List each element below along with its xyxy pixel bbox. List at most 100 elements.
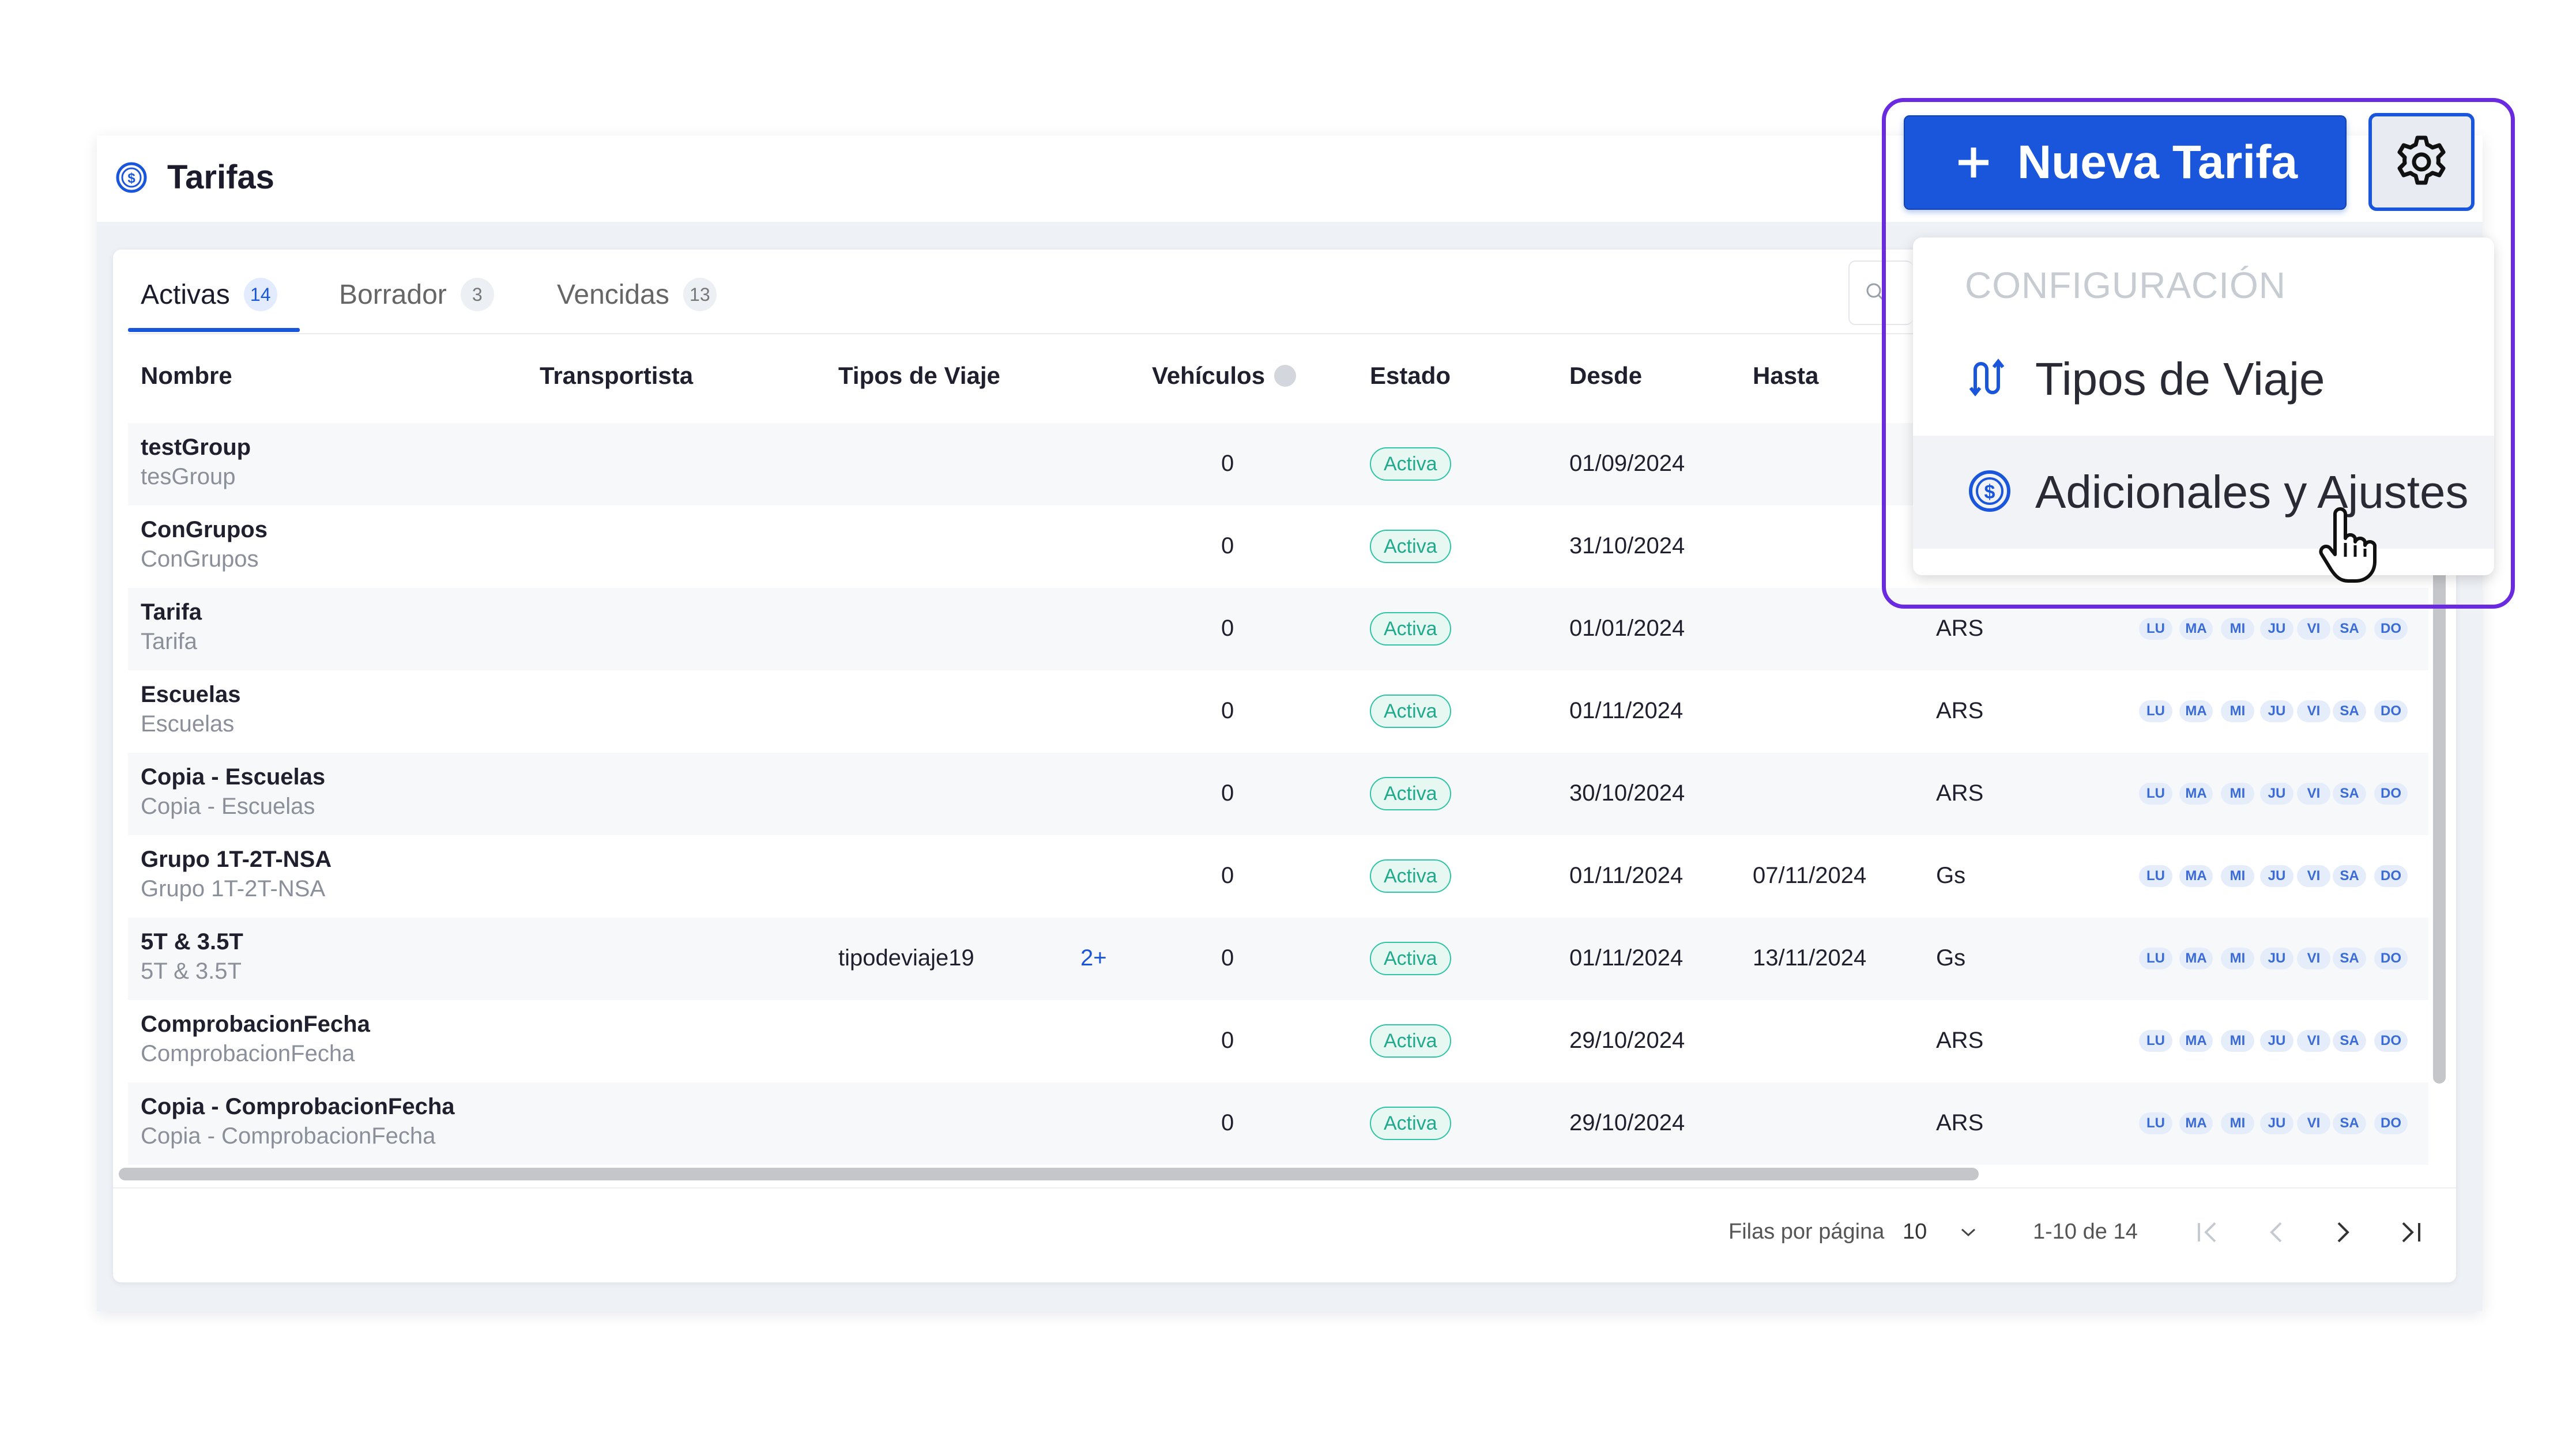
day-chip: MI (2221, 783, 2254, 805)
name-cell: ComprobacionFecha ComprobacionFecha (141, 1012, 370, 1067)
tarifa-name[interactable]: Copia - ComprobacionFecha (141, 1094, 455, 1120)
tab-count-badge: 14 (243, 278, 277, 311)
new-tarifa-button[interactable]: Nueva Tarifa (1904, 115, 2347, 210)
day-chip: VI (2297, 1030, 2330, 1052)
column-header-nombre[interactable]: Nombre (141, 362, 232, 390)
day-chip: LU (2139, 865, 2172, 887)
table-row[interactable] (128, 753, 2428, 835)
tab-activas[interactable]: Activas 14 (141, 278, 277, 311)
chevron-down-icon (1961, 1228, 1975, 1237)
day-chip: DO (2374, 948, 2408, 969)
previous-page-button[interactable] (2259, 1215, 2293, 1250)
status-badge: Activa (1370, 1107, 1451, 1140)
day-chip: MI (2221, 948, 2254, 969)
moneda-cell: Gs (1936, 945, 1966, 971)
gear-icon (2397, 135, 2446, 185)
hand-pointer-icon (2318, 507, 2381, 591)
hasta-cell: 07/11/2024 (1753, 863, 1867, 888)
settings-button[interactable] (2368, 113, 2475, 211)
day-chip: MI (2221, 865, 2254, 887)
day-chip: JU (2260, 783, 2293, 805)
info-icon[interactable] (1274, 365, 1297, 387)
last-page-button[interactable] (2393, 1215, 2427, 1250)
moneda-cell: ARS (1936, 1110, 1984, 1135)
moneda-cell: ARS (1936, 780, 1984, 806)
vehiculos-cell: 0 (1221, 451, 1234, 476)
first-page-button[interactable] (2191, 1215, 2225, 1250)
column-header-desde[interactable]: Desde (1569, 362, 1642, 390)
tarifa-name[interactable]: Copia - Escuelas (141, 764, 325, 790)
tarifa-subname: Copia - ComprobacionFecha (141, 1123, 436, 1149)
day-chip: MA (2179, 948, 2213, 969)
vehiculos-cell: 0 (1221, 698, 1234, 723)
desde-cell: 30/10/2024 (1569, 780, 1685, 806)
desde-cell: 01/11/2024 (1569, 945, 1684, 971)
status-badge: Activa (1370, 777, 1451, 810)
menu-section-title: CONFIGURACIÓN (1965, 265, 2286, 306)
table-row[interactable] (128, 670, 2428, 753)
day-chip: JU (2260, 865, 2293, 887)
desde-cell: 29/10/2024 (1569, 1028, 1685, 1053)
tab-borrador[interactable]: Borrador 3 (339, 278, 494, 311)
rows-per-page-select[interactable]: 10 (1903, 1220, 1978, 1244)
dollar-circle-icon: $ (1967, 469, 2012, 516)
name-cell: Escuelas Escuelas (141, 682, 240, 737)
route-icon (1967, 356, 2012, 403)
tarifa-name[interactable]: 5T & 3.5T (141, 929, 243, 955)
vehiculos-cell: 0 (1221, 616, 1234, 641)
menu-item-label: Tipos de Viaje (2035, 353, 2325, 405)
column-header-vehiculos[interactable]: Vehículos (1152, 362, 1297, 390)
pagination-range: 1-10 de 14 (2033, 1220, 2138, 1244)
desde-cell: 31/10/2024 (1569, 533, 1685, 558)
name-cell: Copia - Escuelas Copia - Escuelas (141, 764, 325, 820)
vertical-scrollbar[interactable] (2433, 530, 2446, 1084)
day-chip: VI (2297, 618, 2330, 640)
status-badge: Activa (1370, 695, 1451, 728)
name-cell: 5T & 3.5T 5T & 3.5T (141, 929, 243, 984)
page-title: Tarifas (167, 159, 274, 196)
menu-item-tipos-de-viaje[interactable]: Tipos de Viaje (1913, 323, 2494, 436)
column-header-hasta[interactable]: Hasta (1753, 362, 1818, 390)
day-chip: LU (2139, 783, 2172, 805)
horizontal-scrollbar[interactable] (119, 1168, 1979, 1180)
day-chip: SA (2333, 1112, 2366, 1134)
tarifa-subname: Escuelas (141, 711, 235, 737)
rows-per-page-label: Filas por página (1728, 1220, 1885, 1244)
day-chip: VI (2297, 1112, 2330, 1134)
table-row[interactable] (128, 1082, 2428, 1165)
more-tipos-link[interactable]: 2+ (1080, 945, 1107, 971)
day-chip: DO (2374, 1030, 2408, 1052)
tarifa-name[interactable]: testGroup (141, 435, 251, 461)
tarifa-name[interactable]: ComprobacionFecha (141, 1012, 370, 1037)
tarifa-subname: ComprobacionFecha (141, 1041, 355, 1066)
tarifa-subname: Tarifa (141, 629, 197, 654)
status-badge: Activa (1370, 1024, 1451, 1058)
name-cell: Copia - ComprobacionFecha Copia - Comprob… (141, 1094, 455, 1149)
table-row[interactable] (128, 1000, 2428, 1082)
day-chip: DO (2374, 618, 2408, 640)
tarifa-subname: Grupo 1T-2T-NSA (141, 876, 326, 901)
tarifa-name[interactable]: ConGrupos (141, 517, 268, 543)
next-page-button[interactable] (2326, 1215, 2360, 1250)
new-tarifa-label: Nueva Tarifa (2017, 136, 2298, 188)
svg-text:$: $ (1984, 481, 1995, 503)
day-chip: DO (2374, 865, 2408, 887)
tarifa-name[interactable]: Escuelas (141, 682, 240, 708)
column-header-estado[interactable]: Estado (1370, 362, 1451, 390)
column-header-transportista[interactable]: Transportista (540, 362, 693, 390)
day-chip: MI (2221, 1030, 2254, 1052)
table-row[interactable] (128, 918, 2428, 1000)
table-row[interactable] (128, 835, 2428, 918)
column-header-tipos[interactable]: Tipos de Viaje (838, 362, 1000, 390)
tab-vencidas[interactable]: Vencidas 13 (557, 278, 717, 311)
vehiculos-cell: 0 (1221, 945, 1234, 971)
menu-item-adicionales-y-ajustes[interactable]: $ Adicionales y Ajustes (1913, 436, 2494, 549)
tarifa-name[interactable]: Grupo 1T-2T-NSA (141, 847, 332, 873)
status-badge: Activa (1370, 530, 1451, 563)
name-cell: testGroup tesGroup (141, 435, 251, 490)
day-chip: LU (2139, 1030, 2172, 1052)
tab-count-badge: 13 (683, 278, 717, 311)
vehiculos-cell: 0 (1221, 863, 1234, 888)
column-header-label: Vehículos (1152, 362, 1266, 389)
tarifa-name[interactable]: Tarifa (141, 599, 202, 625)
